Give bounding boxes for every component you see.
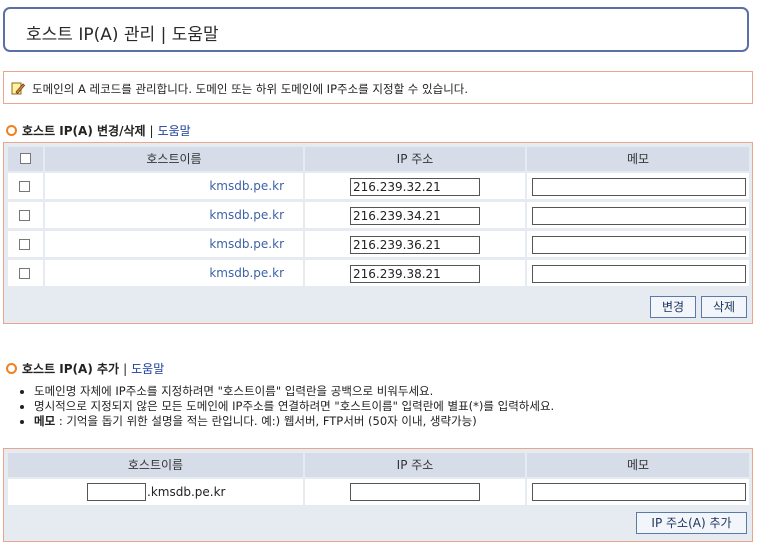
- add-section-header: 호스트 IP(A) 추가 | 도움말: [6, 360, 164, 376]
- row-memo-input[interactable]: [532, 207, 746, 225]
- col-header-memo: 메모: [527, 147, 749, 171]
- note-item: 도메인명 자체에 IP주소를 지정하려면 "호스트이름" 입력란을 공백으로 비…: [34, 384, 554, 399]
- row-ip-input[interactable]: 216.239.32.21: [350, 178, 480, 196]
- pencil-note-icon: [11, 82, 25, 95]
- add-col-header-ip: IP 주소: [305, 453, 525, 477]
- row-ip-input[interactable]: 216.239.36.21: [350, 236, 480, 254]
- select-all-checkbox[interactable]: [20, 153, 31, 164]
- row-checkbox[interactable]: [19, 268, 30, 279]
- add-section-title: 호스트 IP(A) 추가: [22, 362, 120, 376]
- add-col-header-memo: 메모: [527, 453, 749, 477]
- add-help-link[interactable]: 도움말: [131, 362, 164, 376]
- info-text: 도메인의 A 레코드를 관리합니다. 도메인 또는 하위 도메인에 IP주소를 …: [32, 82, 469, 96]
- edit-help-link[interactable]: 도움말: [158, 124, 191, 138]
- add-col-header-host: 호스트이름: [8, 453, 303, 477]
- row-checkbox[interactable]: [19, 239, 30, 250]
- new-host-input[interactable]: [87, 483, 146, 501]
- row-memo-input[interactable]: [532, 178, 746, 196]
- edit-section-title: 호스트 IP(A) 변경/삭제: [22, 124, 146, 138]
- edit-section-header: 호스트 IP(A) 변경/삭제 | 도움말: [6, 122, 191, 138]
- delete-button[interactable]: 삭제: [701, 296, 747, 318]
- domain-suffix: .kmsdb.pe.kr: [147, 485, 226, 499]
- new-memo-input[interactable]: [532, 483, 746, 501]
- row-hostname: kmsdb.pe.kr: [209, 179, 284, 193]
- row-hostname: kmsdb.pe.kr: [209, 237, 284, 251]
- edit-table: 호스트이름 IP 주소 메모 kmsdb.pe.kr 216.239.32.21…: [3, 142, 753, 324]
- add-notes-list: 도메인명 자체에 IP주소를 지정하려면 "호스트이름" 입력란을 공백으로 비…: [18, 384, 554, 429]
- row-hostname: kmsdb.pe.kr: [209, 266, 284, 280]
- note-item: 명시적으로 지정되지 않은 모든 도메인에 IP주소를 연결하려면 "호스트이름…: [34, 399, 554, 414]
- page-title-box: 호스트 IP(A) 관리 | 도움말: [3, 7, 749, 52]
- row-checkbox[interactable]: [19, 181, 30, 192]
- select-all-header: [8, 147, 43, 171]
- col-header-host: 호스트이름: [45, 147, 303, 171]
- note-bold-label: 메모: [34, 414, 56, 428]
- orange-circle-icon: [6, 125, 17, 136]
- add-table: 호스트이름 IP 주소 메모 .kmsdb.pe.kr IP 주소(A) 추가: [3, 448, 753, 542]
- new-ip-input[interactable]: [350, 483, 480, 501]
- row-ip-input[interactable]: 216.239.34.21: [350, 207, 480, 225]
- change-button[interactable]: 변경: [650, 296, 696, 318]
- page-title: 호스트 IP(A) 관리 | 도움말: [26, 25, 219, 45]
- row-memo-input[interactable]: [532, 265, 746, 283]
- row-ip-input[interactable]: 216.239.38.21: [350, 265, 480, 283]
- row-checkbox[interactable]: [19, 210, 30, 221]
- row-hostname: kmsdb.pe.kr: [209, 208, 284, 222]
- note-item: 메모 : 기억을 돕기 위한 설명을 적는 란입니다. 예:) 웹서버, FTP…: [34, 414, 554, 429]
- info-box: 도메인의 A 레코드를 관리합니다. 도메인 또는 하위 도메인에 IP주소를 …: [3, 71, 753, 104]
- add-ip-button[interactable]: IP 주소(A) 추가: [636, 512, 747, 534]
- col-header-ip: IP 주소: [305, 147, 525, 171]
- row-memo-input[interactable]: [532, 236, 746, 254]
- orange-circle-icon: [6, 363, 17, 374]
